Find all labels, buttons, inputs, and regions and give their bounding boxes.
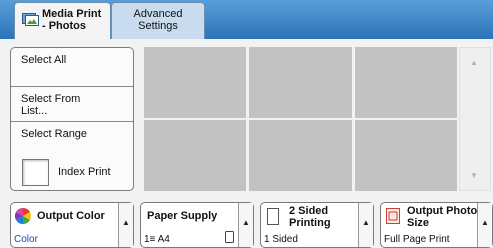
photo-size-icon [386,208,400,224]
output-photo-size-button[interactable]: Output Photo Size Full Page Print ▲ [380,202,493,248]
select-from-list-line2: List... [21,105,48,117]
index-print-label: Index Print [58,166,111,178]
select-from-list-button[interactable]: Select From List... [11,86,133,120]
paper-supply-value: 1≡ A4 [144,234,170,245]
scroll-up-icon[interactable]: ▲ [470,58,478,67]
output-photo-size-line2: Size [407,217,430,229]
photo-thumbnail[interactable] [249,47,352,118]
tab-media-line2: - Photos [42,20,86,32]
paper-supply-title: Paper Supply [147,210,218,222]
tab-media-print-photos[interactable]: Media Print - Photos [14,2,111,39]
tab-advanced-settings[interactable]: Advanced Settings [111,2,205,39]
output-color-arrow[interactable]: ▲ [118,203,133,247]
index-print-checkbox[interactable]: Index Print [22,157,132,191]
select-from-list-line1: Select From [21,93,81,105]
photo-thumbnail[interactable] [144,120,246,191]
paper-supply-button[interactable]: Paper Supply 1≡ A4 ▲ [140,202,254,248]
two-sided-title-line2: Printing [289,217,331,229]
photo-thumbnail[interactable] [144,47,246,118]
two-sided-value: 1 Sided [264,234,298,245]
index-print-check-box[interactable] [22,159,49,186]
arrow-up-icon: ▲ [481,218,489,227]
photo-thumbnail[interactable] [355,120,457,191]
scroll-down-icon[interactable]: ▼ [470,171,478,180]
output-color-title: Output Color [37,210,105,222]
output-photo-size-line1: Output Photo [407,205,478,217]
arrow-up-icon: ▲ [242,218,250,227]
arrow-up-icon: ▲ [362,218,370,227]
select-range-label: Select Range [21,128,88,140]
select-range-button[interactable]: Select Range [11,121,133,154]
main-panel: Select All Select From List... Select Ra… [0,39,493,248]
photo-thumbnail-grid [144,47,457,191]
two-sided-printing-button[interactable]: 2 Sided Printing 1 Sided ▲ [260,202,374,248]
tab-advanced-line1: Advanced [133,8,183,20]
two-sided-arrow[interactable]: ▲ [358,203,373,247]
paper-sheet-icon [267,208,279,225]
output-photo-size-arrow[interactable]: ▲ [477,203,492,247]
tab-advanced-line2: Settings [138,20,178,32]
paper-tray-icon [225,231,234,243]
photo-print-icon [22,13,39,26]
tab-media-line1: Media Print [42,8,102,20]
tab-bar: Media Print - Photos Advanced Settings [0,0,493,39]
thumbnail-scrollbar[interactable]: ▲ ▼ [459,47,491,191]
two-sided-title-line1: 2 Sided [289,205,329,217]
photo-thumbnail[interactable] [355,47,457,118]
output-photo-size-value: Full Page Print [384,234,450,245]
photo-thumbnail[interactable] [249,120,352,191]
paper-supply-arrow[interactable]: ▲ [238,203,253,247]
output-color-value: Color [14,234,38,245]
color-wheel-icon [15,208,31,224]
output-color-button[interactable]: Output Color Color ▲ [10,202,134,248]
select-all-button[interactable]: Select All [11,48,133,85]
select-all-label: Select All [21,54,67,66]
arrow-up-icon: ▲ [122,218,130,227]
